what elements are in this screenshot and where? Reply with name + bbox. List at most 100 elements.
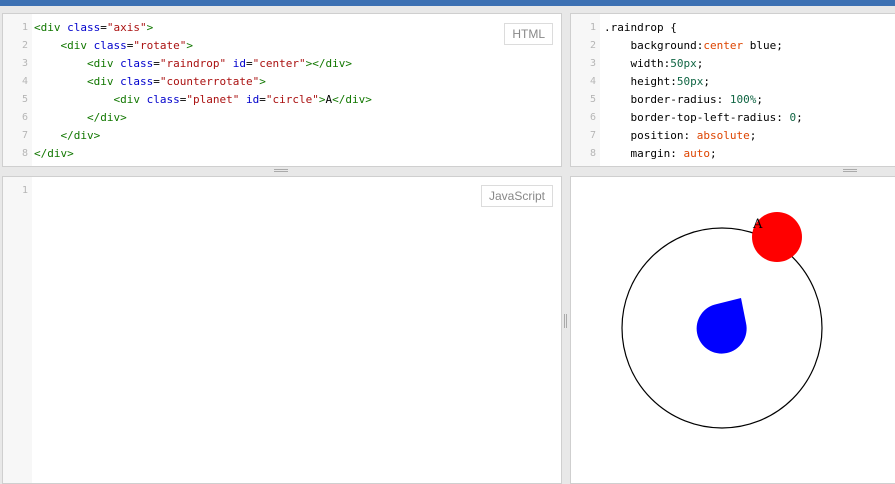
line-number: 7 (21, 130, 28, 141)
line-code[interactable]: </div> (34, 145, 74, 163)
line-number: 2 (589, 40, 596, 51)
code-line[interactable]: 4 <div class="counterrotate"> (3, 73, 561, 91)
line-code[interactable]: background:center blue; (604, 37, 783, 55)
code-token: class (146, 93, 180, 106)
raindrop (696, 298, 747, 354)
code-line[interactable]: 8 margin: auto; (571, 145, 895, 163)
code-token: absolute (696, 129, 750, 142)
code-token: ; (756, 93, 763, 106)
code-token: 50px (670, 57, 697, 70)
line-code[interactable]: </div> (34, 127, 101, 145)
line-code[interactable]: .raindrop { (604, 19, 677, 37)
line-code[interactable]: width:50px; (604, 55, 704, 73)
code-token: <div (60, 39, 94, 52)
javascript-editor-pane[interactable]: 1 JavaScript (2, 176, 562, 484)
code-token: ; (703, 75, 710, 88)
top-bar (0, 0, 895, 6)
horizontal-resize-handle[interactable] (274, 169, 288, 172)
line-code[interactable]: <div class="planet" id="circle">A</div> (34, 91, 372, 109)
line-number: 4 (21, 76, 28, 87)
code-line[interactable]: 5 border-radius: 100%; (571, 91, 895, 109)
code-line[interactable]: 6 </div> (3, 109, 561, 127)
line-number: 6 (21, 112, 28, 123)
code-token: ; (749, 129, 757, 142)
code-token: = (100, 21, 107, 34)
code-token: id (245, 93, 260, 106)
code-line[interactable]: 7 position: absolute; (571, 127, 895, 145)
code-token: width: (630, 57, 671, 70)
code-token: "circle" (265, 93, 319, 106)
code-token: auto (683, 147, 710, 160)
line-number: 2 (21, 40, 28, 51)
line-code[interactable]: <div class="raindrop" id="center"></div> (34, 55, 352, 73)
code-token: ; (796, 111, 803, 124)
line-number: 1 (589, 22, 596, 33)
code-token: border-top-left-radius: (630, 111, 790, 124)
line-number: 7 (589, 130, 596, 141)
line-code[interactable]: <div class="counterrotate"> (34, 73, 266, 91)
line-code[interactable]: <div class="axis"> (34, 19, 153, 37)
code-lines[interactable]: 1 (3, 182, 561, 200)
line-code[interactable]: <div class="rotate"> (34, 37, 193, 55)
line-number: 3 (21, 58, 28, 69)
line-code[interactable]: height:50px; (604, 73, 710, 91)
code-token: "axis" (106, 21, 147, 34)
line-code[interactable]: position: absolute; (604, 127, 757, 145)
line-number: 1 (21, 185, 28, 196)
css-editor-pane[interactable]: 1 .raindrop {2 background:center blue; 3 w… (570, 13, 895, 167)
code-line[interactable]: 2 background:center blue; (571, 37, 895, 55)
code-token: position: (630, 129, 697, 142)
line-code[interactable]: border-radius: 100%; (604, 91, 763, 109)
code-token: </div> (34, 147, 74, 160)
code-line[interactable]: 2 <div class="rotate"> (3, 37, 561, 55)
code-token: "planet" (186, 93, 240, 106)
code-line[interactable]: 1 .raindrop { (571, 19, 895, 37)
code-token: "rotate" (133, 39, 187, 52)
code-token: </div> (60, 129, 101, 142)
line-number: 6 (589, 112, 596, 123)
code-lines[interactable]: 1 <div class="axis"> 2 <div class="rotate"… (3, 19, 561, 163)
code-token: 100% (729, 93, 757, 106)
code-token: ; (696, 57, 704, 70)
vertical-resize-handle[interactable] (564, 314, 567, 328)
code-token: ; (709, 147, 717, 160)
code-token: .raindrop { (604, 21, 677, 34)
code-line[interactable]: 4 height:50px; (571, 73, 895, 91)
line-number: 5 (589, 94, 596, 105)
code-token: = (153, 75, 160, 88)
line-number: 1 (21, 22, 28, 33)
line-number: 3 (589, 58, 596, 69)
code-lines[interactable]: 1 .raindrop {2 background:center blue; 3 w… (571, 19, 895, 163)
result-canvas: A (621, 212, 823, 429)
code-token: > (259, 75, 266, 88)
code-line[interactable]: 7 </div> (3, 127, 561, 145)
html-language-badge: HTML (504, 23, 553, 45)
code-line[interactable]: 8 </div> (3, 145, 561, 163)
code-token: <div (86, 57, 121, 70)
code-token: = (259, 93, 266, 106)
line-code[interactable]: margin: auto; (604, 145, 717, 163)
code-line[interactable]: 5 <div class="planet" id="circle">A</div… (3, 91, 561, 109)
code-token: <div (86, 75, 121, 88)
code-token: = (153, 57, 160, 70)
line-number-gutter (3, 177, 32, 483)
line-code[interactable]: </div> (34, 109, 127, 127)
line-number: 8 (21, 148, 28, 159)
code-line[interactable]: 3 width:50px; (571, 55, 895, 73)
code-line[interactable]: 6 border-top-left-radius: 0; (571, 109, 895, 127)
line-number: 8 (589, 148, 596, 159)
code-token: "center" (252, 57, 306, 70)
code-line[interactable]: 3 <div class="raindrop" id="center"></di… (3, 55, 561, 73)
code-token: </div> (332, 93, 372, 106)
code-token: background: (630, 39, 704, 52)
line-code[interactable]: border-top-left-radius: 0; (604, 109, 803, 127)
code-token: "raindrop" (159, 57, 227, 70)
result-pane: A (570, 176, 895, 484)
horizontal-resize-handle[interactable] (843, 169, 857, 172)
code-token: blue; (743, 39, 783, 52)
code-line[interactable]: 1 (3, 182, 561, 200)
code-token: "counterrotate" (159, 75, 260, 88)
code-token: class (67, 21, 101, 34)
code-line[interactable]: 1 <div class="axis"> (3, 19, 561, 37)
html-editor-pane[interactable]: 1 <div class="axis"> 2 <div class="rotate"… (2, 13, 562, 167)
